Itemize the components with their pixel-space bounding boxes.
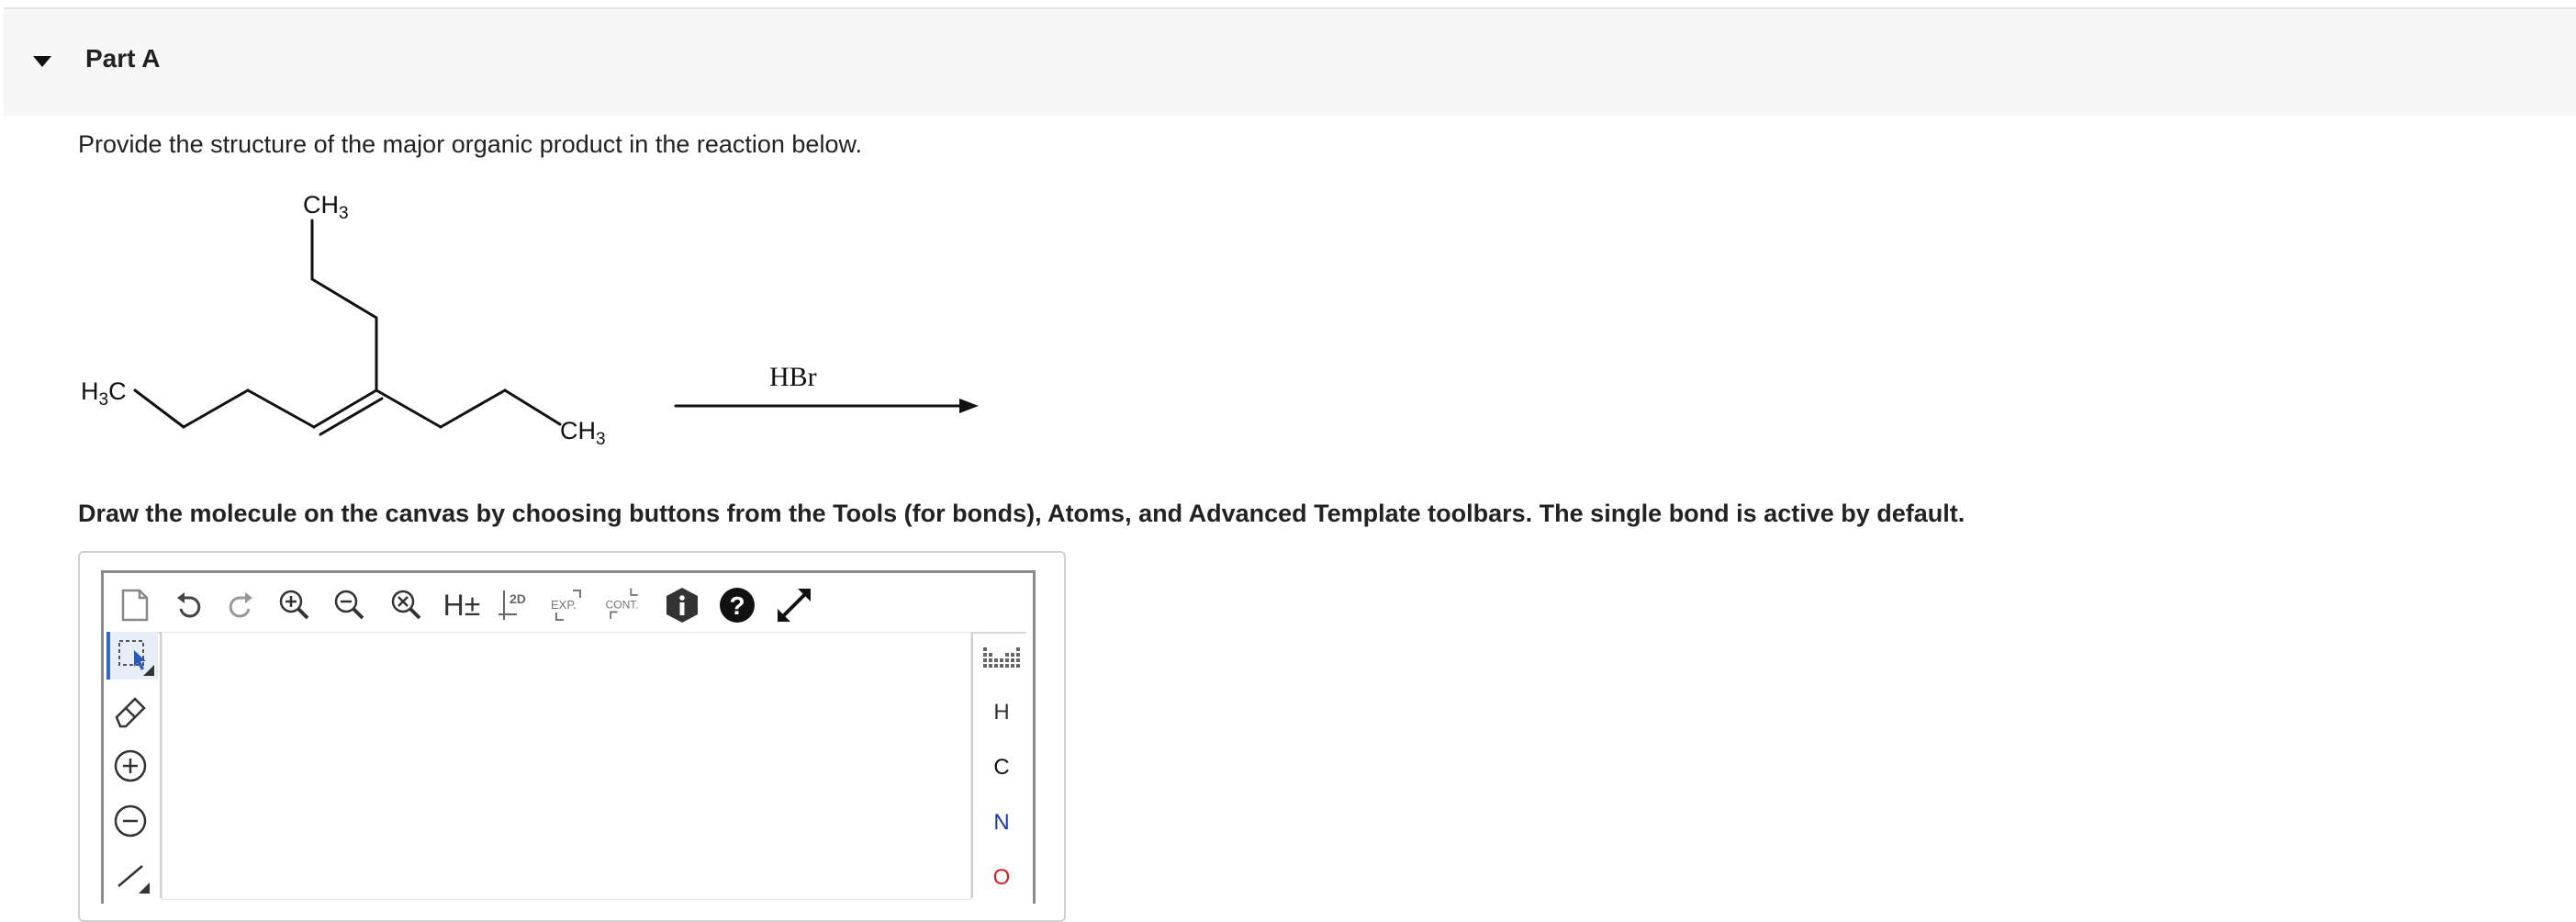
help-button[interactable]: ? xyxy=(714,582,760,628)
instructions-text: Draw the molecule on the canvas by choos… xyxy=(78,500,1966,527)
undo-icon xyxy=(177,592,201,618)
hydrogen-toggle-button[interactable]: H± xyxy=(439,582,485,628)
svg-text:?: ? xyxy=(729,591,745,620)
single-bond-button[interactable] xyxy=(106,850,154,898)
drawing-canvas[interactable] xyxy=(162,632,971,900)
left-toolbar xyxy=(103,632,162,898)
h3c-left-label: H3C xyxy=(81,377,127,410)
part-header[interactable]: Part A xyxy=(4,7,2576,116)
periodic-table-button[interactable] xyxy=(973,634,1030,681)
charge-plus-button[interactable] xyxy=(106,742,154,790)
zoom-reset-icon xyxy=(391,590,421,620)
contract-button[interactable]: CONT. xyxy=(600,582,646,628)
charge-minus-icon xyxy=(114,804,147,838)
reagent-label: HBr xyxy=(769,362,817,392)
select-tool-button[interactable] xyxy=(106,632,158,680)
fullscreen-button[interactable] xyxy=(771,582,817,628)
contract-icon: CONT. xyxy=(606,588,639,619)
reaction-figure: CH3 H3C CH3 HBr xyxy=(81,191,979,449)
svg-text:CONT.: CONT. xyxy=(606,599,639,612)
svg-text:EXP.: EXP. xyxy=(551,598,577,612)
atoms-toolbar: H C N O xyxy=(971,632,1030,898)
svg-text:2D: 2D xyxy=(510,591,526,606)
help-icon: ? xyxy=(720,588,755,623)
undo-button[interactable] xyxy=(165,582,211,628)
expand-button[interactable]: EXP. xyxy=(545,582,591,628)
new-document-button[interactable] xyxy=(112,582,158,628)
clean-2d-icon: 2D xyxy=(498,590,526,620)
periodic-table-icon xyxy=(983,647,1020,668)
expand-arrows-icon xyxy=(778,589,811,622)
info-icon xyxy=(666,588,698,623)
new-document-icon xyxy=(121,589,149,622)
select-lasso-icon xyxy=(118,640,154,676)
part-title: Part A xyxy=(85,44,161,73)
ch3-top-label: CH3 xyxy=(303,191,349,223)
eraser-icon xyxy=(115,697,146,728)
info-button[interactable] xyxy=(659,582,705,628)
single-bond-icon xyxy=(118,865,150,894)
zoom-reset-button[interactable] xyxy=(384,582,430,628)
top-toolbar: H± 2D EXP. CONT. ? xyxy=(108,579,1026,634)
zoom-out-icon xyxy=(334,590,364,620)
charge-minus-button[interactable] xyxy=(106,797,154,845)
zoom-in-icon xyxy=(279,590,309,620)
clean-2d-button[interactable]: 2D xyxy=(494,582,540,628)
redo-icon xyxy=(229,592,252,618)
ch3-bottom-label: CH3 xyxy=(560,417,606,449)
atom-h-button[interactable]: H xyxy=(973,689,1030,736)
atom-n-button[interactable]: N xyxy=(973,799,1030,847)
zoom-out-button[interactable] xyxy=(327,582,373,628)
redo-button[interactable] xyxy=(218,582,264,628)
zoom-in-button[interactable] xyxy=(272,582,318,628)
atom-c-button[interactable]: C xyxy=(973,744,1030,792)
question-text: Provide the structure of the major organ… xyxy=(78,130,862,158)
eraser-tool-button[interactable] xyxy=(106,687,154,735)
expand-icon: EXP. xyxy=(551,590,581,621)
triangle-down-icon[interactable] xyxy=(31,51,53,73)
atom-o-button[interactable]: O xyxy=(973,854,1030,902)
charge-plus-icon xyxy=(114,749,147,782)
